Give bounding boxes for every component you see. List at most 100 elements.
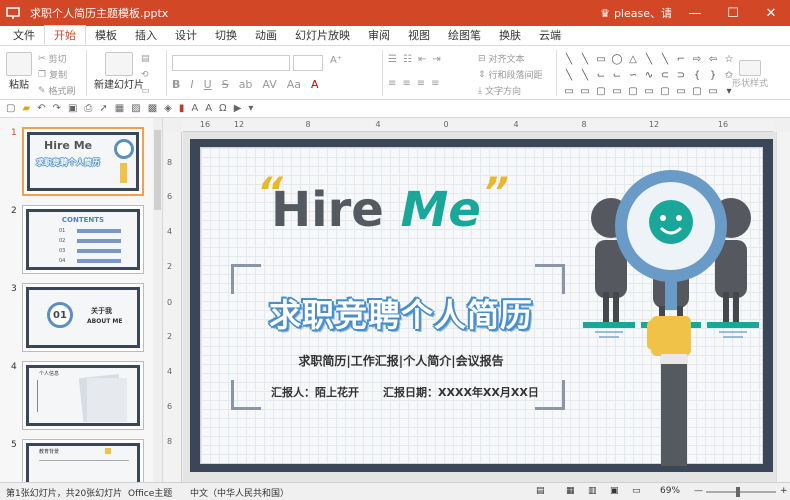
strikethrough-button[interactable]: S xyxy=(222,78,229,91)
bold-button[interactable]: B xyxy=(172,78,180,91)
tab-drawing-pen[interactable]: 绘图笔 xyxy=(439,25,490,45)
zoom-out-icon[interactable]: — xyxy=(694,486,703,496)
maximize-button[interactable]: ☐ xyxy=(714,0,752,26)
font-family-select[interactable] xyxy=(172,55,290,71)
justify-icon[interactable]: ≡ xyxy=(431,78,439,89)
tab-slideshow[interactable]: 幻灯片放映 xyxy=(286,25,359,45)
report-date-text[interactable]: 汇报日期：XXXX年XX月XX日 xyxy=(383,384,539,400)
format-painter-button[interactable]: ✎ 格式刷 xyxy=(38,84,76,98)
outdent-icon[interactable]: ⇥ xyxy=(432,54,440,65)
tab-template[interactable]: 模板 xyxy=(86,25,126,45)
arrow-shape-icon[interactable]: ⇨ xyxy=(690,52,704,66)
align-right-icon[interactable]: ≡ xyxy=(417,78,425,89)
current-slide[interactable]: “ Hire Me ” 求职竞聘个人简历 求职简历|工作汇报|个人简介|会议报告… xyxy=(190,139,773,472)
brace-shape-icon[interactable]: { xyxy=(690,68,704,82)
elbow-shape-icon[interactable]: ⌙ xyxy=(610,68,624,82)
shape-style-button[interactable]: 形状样式 xyxy=(732,60,768,89)
tab-home[interactable]: 开始 xyxy=(44,25,86,45)
tab-cloud[interactable]: 云端 xyxy=(530,25,570,45)
screenshot-icon[interactable]: ▩ xyxy=(148,103,157,114)
reporter-text[interactable]: 汇报人：陌上花开 xyxy=(271,384,359,400)
print-icon[interactable]: ⎙ xyxy=(84,103,92,114)
triangle-shape-icon[interactable]: △ xyxy=(626,52,640,66)
curve-shape-icon[interactable]: ⊃ xyxy=(674,68,688,82)
slideshow-icon[interactable]: ▭ xyxy=(632,486,641,496)
more-icon[interactable]: ▾ xyxy=(248,103,253,114)
line-shape-icon[interactable]: ╲ xyxy=(562,68,576,82)
thumbnail-slide-3[interactable]: 01 关于我 ABOUT ME xyxy=(22,283,144,352)
zoom-slider[interactable] xyxy=(706,487,776,497)
minimize-button[interactable]: — xyxy=(676,0,714,26)
undo-icon[interactable]: ↶ xyxy=(37,103,45,114)
save-icon[interactable]: ▣ xyxy=(68,103,77,114)
spacing-icon[interactable]: AV xyxy=(262,78,276,91)
rect-shape-icon[interactable]: ▢ xyxy=(690,84,704,98)
media-icon[interactable]: ▶ xyxy=(234,103,242,114)
tab-transitions[interactable]: 切换 xyxy=(206,25,246,45)
copy-button[interactable]: ❐ 复制 xyxy=(38,68,67,82)
line-shape-icon[interactable]: ╲ xyxy=(658,52,672,66)
wordart-icon[interactable]: A xyxy=(205,103,212,114)
table-icon[interactable]: ▦ xyxy=(115,103,124,114)
elbow-shape-icon[interactable]: ⌙ xyxy=(594,68,608,82)
thumbnail-slide-5[interactable]: 教育背景 xyxy=(22,439,144,482)
cut-button[interactable]: ✂ 剪切 xyxy=(38,52,67,66)
thumbnail-slide-1[interactable]: Hire Me 求职竞聘个人简历 xyxy=(22,127,144,196)
shape-gallery[interactable]: ╲ ╲ ▭ ◯ △ ╲ ╲ ⌐ ⇨ ⇦ ☆ ╲ ╲ ⌙ ⌙ ∽ ∿ ⊂ ⊃{} ✩ ▭ ▭ ▢ ▭ ▢ ▭ ▢ ▭ ▢ ▭ ▾ xyxy=(562,52,733,98)
shapes-icon[interactable]: ◈ xyxy=(164,103,172,114)
zoom-in-icon[interactable]: + xyxy=(780,486,788,496)
line-shape-icon[interactable]: ╲ xyxy=(642,52,656,66)
curve-shape-icon[interactable]: ⊂ xyxy=(658,68,672,82)
section-button[interactable]: ▭ xyxy=(141,86,150,96)
corner-shape-icon[interactable]: ⌐ xyxy=(674,52,688,66)
slide-sorter-icon[interactable]: ▥ xyxy=(588,486,597,496)
normal-view-icon[interactable]: ▦ xyxy=(566,486,575,496)
layout-button[interactable]: ▤ xyxy=(141,54,150,64)
align-center-icon[interactable]: ≡ xyxy=(402,78,410,89)
tab-file[interactable]: 文件 xyxy=(4,25,44,45)
text-direction-button[interactable]: ⤓ 文字方向 xyxy=(478,84,521,98)
underline-button[interactable]: U xyxy=(204,78,212,91)
line-spacing-button[interactable]: ⇕ 行和段落间距 xyxy=(478,68,543,82)
spellcheck-icon[interactable]: ▤ xyxy=(536,486,545,496)
rect-shape-icon[interactable]: ▭ xyxy=(706,84,720,98)
user-account[interactable]: ♛ please、请 xyxy=(600,0,672,26)
hire-me-heading[interactable]: Hire Me xyxy=(271,182,481,238)
rect-shape-icon[interactable]: ▢ xyxy=(658,84,672,98)
new-file-icon[interactable]: ▢ xyxy=(6,103,15,114)
tab-skin[interactable]: 换肤 xyxy=(490,25,530,45)
zoom-slider-thumb[interactable] xyxy=(736,487,740,497)
curve-shape-icon[interactable]: ∿ xyxy=(642,68,656,82)
oval-shape-icon[interactable]: ◯ xyxy=(610,52,624,66)
curve-shape-icon[interactable]: ∽ xyxy=(626,68,640,82)
scrollbar-thumb[interactable] xyxy=(154,130,161,210)
rect-shape-icon[interactable]: ▭ xyxy=(562,84,576,98)
zoom-level[interactable]: 69% xyxy=(660,486,680,496)
tab-view[interactable]: 视图 xyxy=(399,25,439,45)
thumbnail-slide-2[interactable]: CONTENTS 01 02 03 04 xyxy=(22,205,144,274)
reading-view-icon[interactable]: ▣ xyxy=(610,486,619,496)
line-shape-icon[interactable]: ╲ xyxy=(562,52,576,66)
rect-shape-icon[interactable]: ▢ xyxy=(626,84,640,98)
thumbnail-slide-4[interactable]: 个人信息 xyxy=(22,361,144,430)
close-button[interactable]: ✕ xyxy=(752,0,790,26)
shadow-icon[interactable]: ab xyxy=(239,78,253,91)
thumbnail-scrollbar[interactable] xyxy=(153,118,162,482)
chart-icon[interactable]: ▮ xyxy=(179,103,185,114)
paste-button[interactable]: 粘贴 xyxy=(6,52,32,91)
tab-animations[interactable]: 动画 xyxy=(246,25,286,45)
align-left-icon[interactable]: ≡ xyxy=(388,78,396,89)
rect-shape-icon[interactable]: ▭ xyxy=(610,84,624,98)
line-shape-icon[interactable]: ╲ xyxy=(578,52,592,66)
line-shape-icon[interactable]: ╲ xyxy=(578,68,592,82)
tab-review[interactable]: 审阅 xyxy=(359,25,399,45)
canvas-scrollbar[interactable] xyxy=(776,132,790,482)
bullets-icon[interactable]: ☰ xyxy=(388,54,397,65)
main-title[interactable]: 求职竞聘个人简历 xyxy=(251,290,551,336)
rect-shape-icon[interactable]: ▭ xyxy=(642,84,656,98)
grow-font-button[interactable]: A⁺ xyxy=(330,55,342,66)
arrow-shape-icon[interactable]: ⇦ xyxy=(706,52,720,66)
symbol-icon[interactable]: Ω xyxy=(219,103,227,114)
reset-button[interactable]: ⟲ xyxy=(141,70,149,80)
indent-icon[interactable]: ⇤ xyxy=(418,54,426,65)
